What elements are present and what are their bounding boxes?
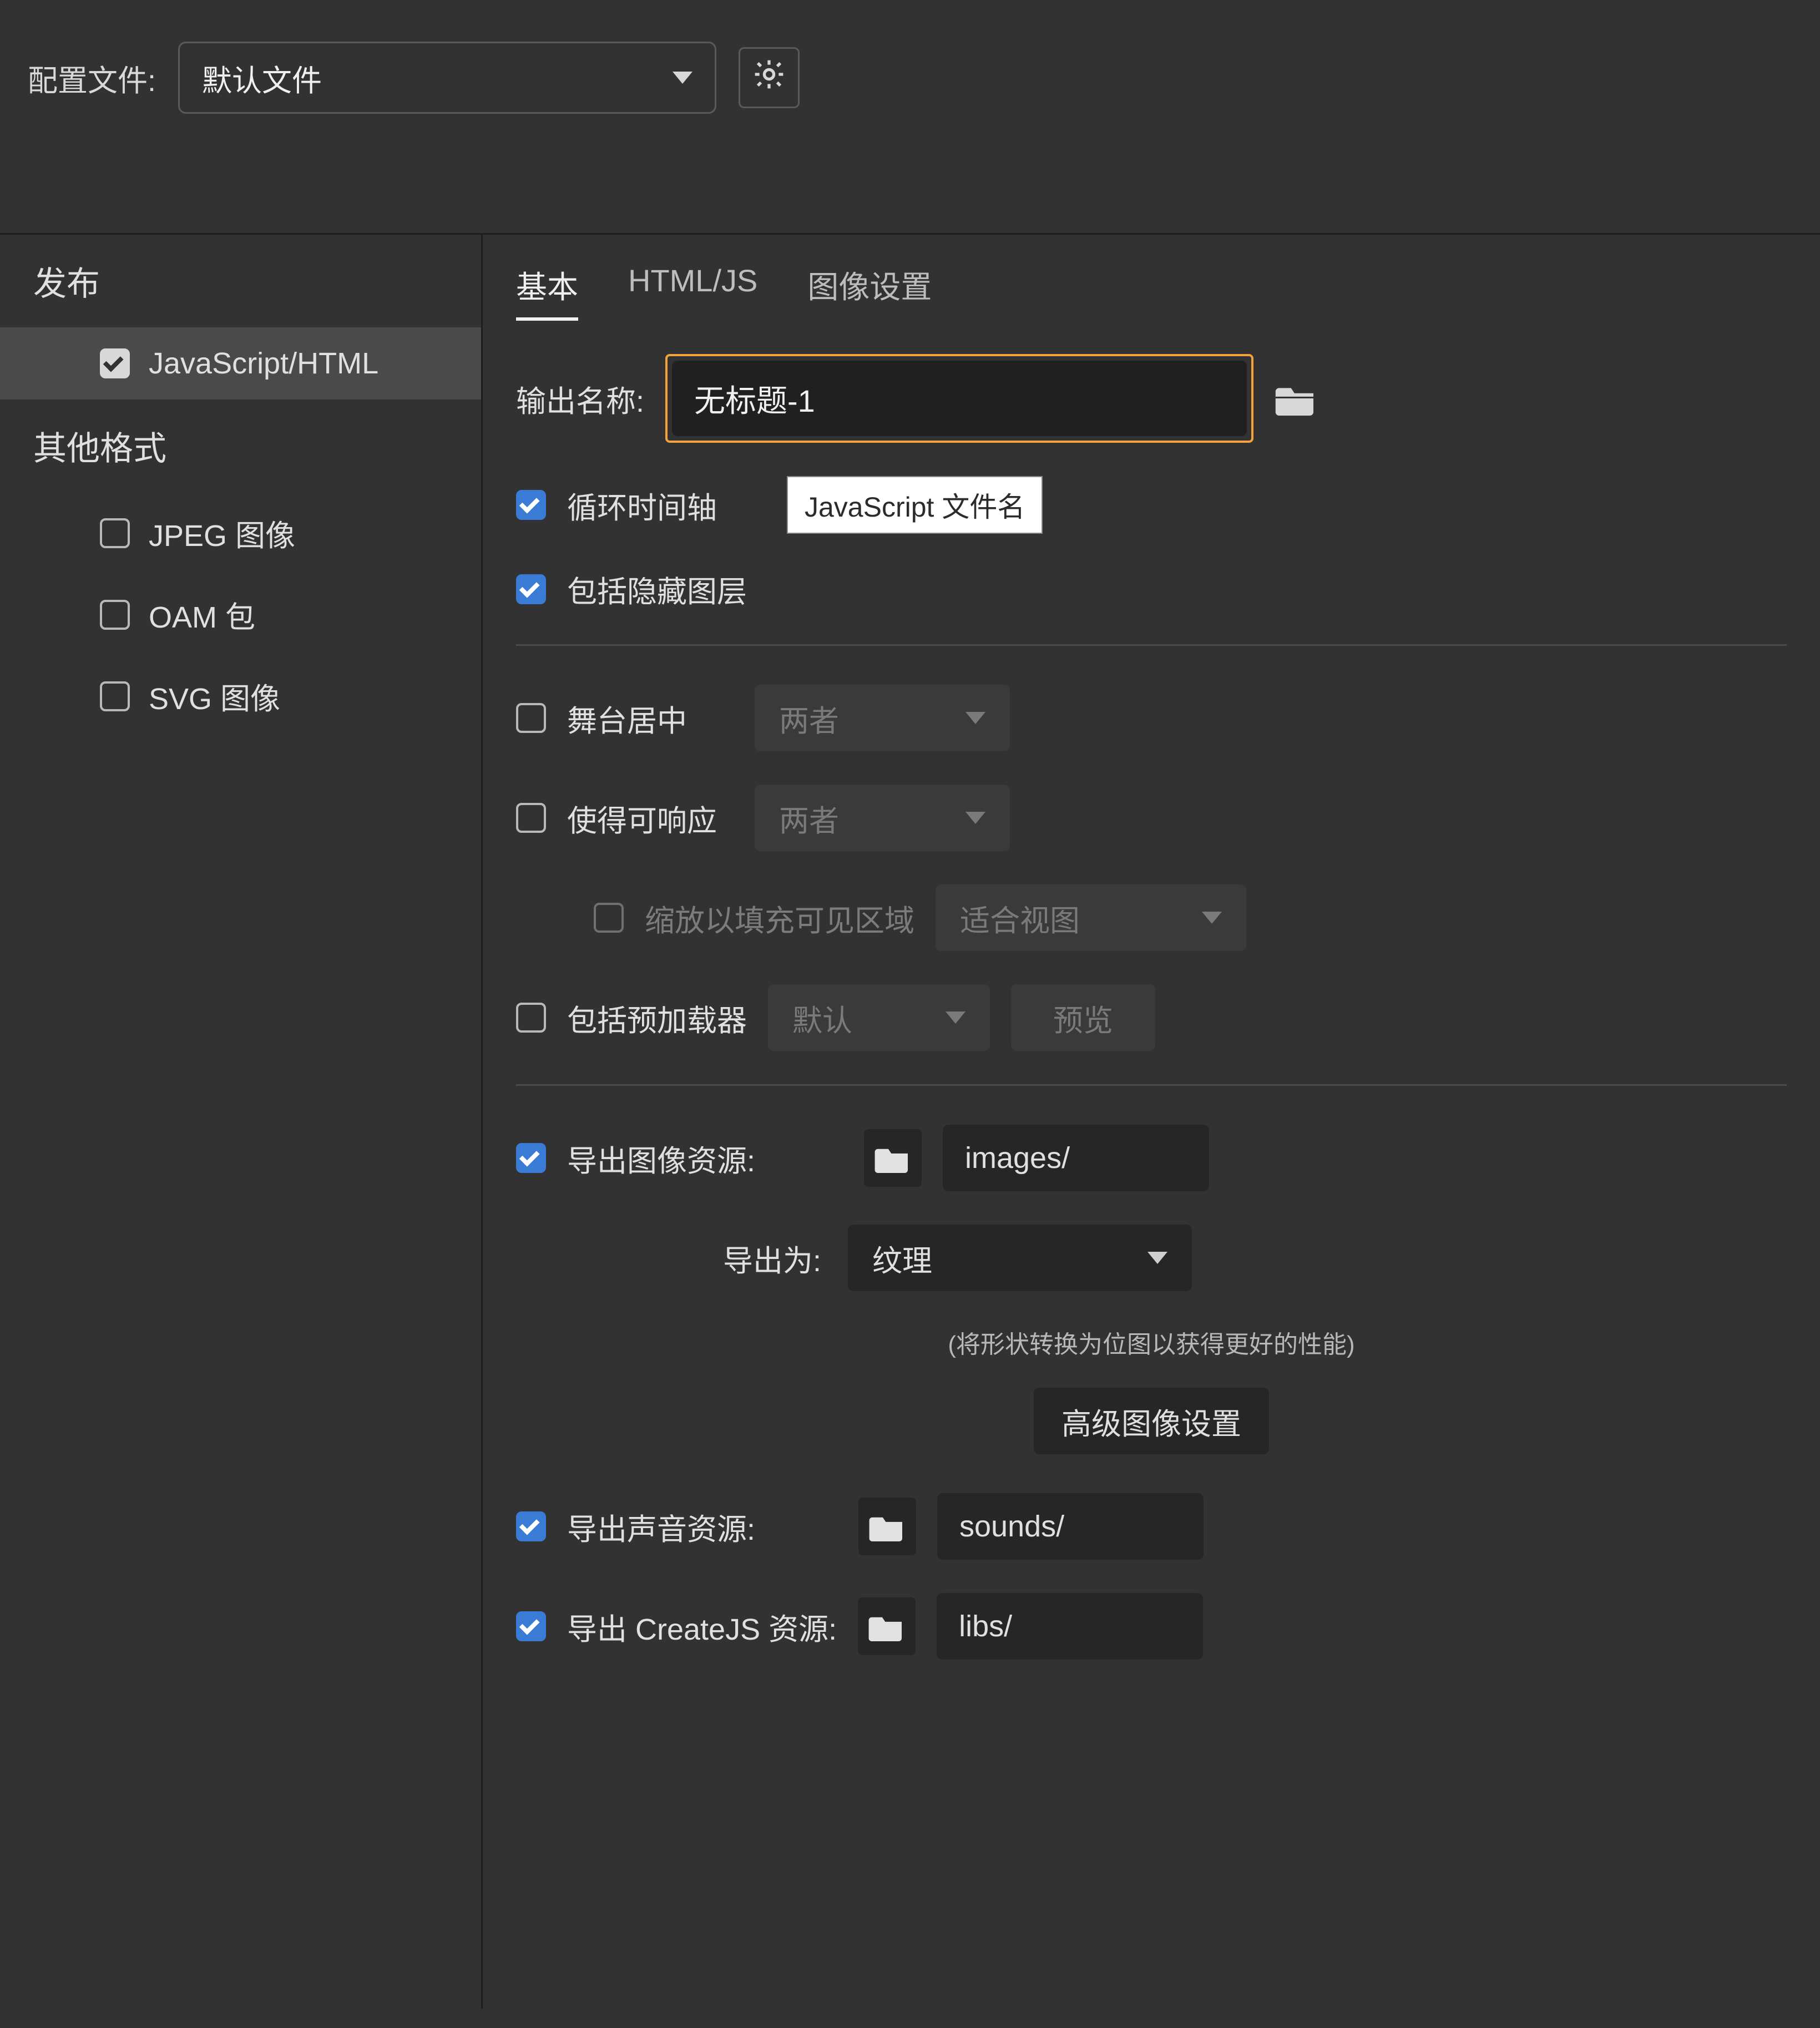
responsive-label: 使得可响应 — [567, 796, 734, 840]
output-name-label: 输出名称: — [516, 377, 644, 421]
preloader-label: 包括预加载器 — [567, 996, 747, 1040]
profile-label: 配置文件: — [28, 56, 156, 100]
output-name-input[interactable]: 无标题-1 — [665, 354, 1253, 443]
checkbox-export-createjs-assets[interactable] — [516, 1611, 546, 1641]
tooltip-js-filename: JavaScript 文件名 — [787, 476, 1043, 534]
export-createjs-assets-label: 导出 CreateJS 资源: — [567, 1605, 837, 1648]
sidebar-item-svg[interactable]: SVG 图像 — [0, 655, 481, 737]
checkbox-svg[interactable] — [100, 681, 130, 711]
responsive-select[interactable]: 两者 — [755, 785, 1010, 851]
chevron-down-icon — [946, 1012, 965, 1024]
libs-folder-button[interactable] — [858, 1597, 916, 1655]
browse-output-folder-button[interactable] — [1275, 381, 1318, 416]
sidebar-item-label: JavaScript/HTML — [149, 346, 378, 381]
folder-icon — [874, 1143, 911, 1173]
sidebar-item-label: SVG 图像 — [149, 674, 280, 718]
scale-fill-label: 缩放以填充可见区域 — [645, 896, 914, 940]
chevron-down-icon — [965, 812, 985, 824]
folder-icon — [868, 1611, 905, 1641]
export-sound-assets-label: 导出声音资源: — [567, 1505, 755, 1549]
advanced-image-settings-button[interactable]: 高级图像设置 — [1034, 1388, 1269, 1454]
images-folder-button[interactable] — [864, 1129, 922, 1187]
loop-timeline-label: 循环时间轴 — [567, 483, 717, 527]
divider — [516, 644, 1787, 646]
output-name-value: 无标题-1 — [672, 361, 1247, 436]
preloader-select[interactable]: 默认 — [768, 984, 990, 1051]
checkbox-export-sound-assets[interactable] — [516, 1511, 546, 1541]
include-hidden-layers-label: 包括隐藏图层 — [567, 567, 747, 611]
images-path-input[interactable]: images/ — [943, 1125, 1209, 1191]
profile-select[interactable]: 默认文件 — [178, 42, 716, 114]
checkbox-scale-fill[interactable] — [594, 903, 624, 933]
sidebar-header-other: 其他格式 — [0, 399, 481, 492]
profile-select-value: 默认文件 — [202, 56, 322, 100]
sidebar-header-publish: 发布 — [0, 235, 481, 327]
center-stage-select-value: 两者 — [779, 696, 839, 740]
profile-settings-button[interactable] — [739, 47, 800, 108]
center-stage-select[interactable]: 两者 — [755, 685, 1010, 751]
publish-sidebar: 发布 JavaScript/HTML 其他格式 JPEG 图像 OAM 包 SV… — [0, 233, 483, 2009]
checkbox-responsive[interactable] — [516, 803, 546, 833]
center-stage-label: 舞台居中 — [567, 696, 734, 740]
gear-icon — [751, 57, 787, 99]
export-as-select[interactable]: 纹理 — [848, 1225, 1192, 1291]
sounds-folder-button[interactable] — [858, 1498, 916, 1555]
chevron-down-icon — [673, 72, 692, 84]
checkbox-javascript-html[interactable] — [100, 348, 130, 378]
preview-button[interactable]: 预览 — [1011, 984, 1155, 1051]
folder-icon — [869, 1511, 906, 1541]
divider — [516, 1084, 1787, 1086]
scale-fill-select-value: 适合视图 — [960, 896, 1080, 940]
checkbox-oam[interactable] — [100, 600, 130, 630]
tab-basic[interactable]: 基本 — [516, 262, 578, 321]
libs-path-input[interactable]: libs/ — [937, 1593, 1203, 1660]
checkbox-include-hidden-layers[interactable] — [516, 574, 546, 604]
sidebar-item-label: OAM 包 — [149, 593, 255, 636]
checkbox-loop-timeline[interactable] — [516, 490, 546, 520]
export-as-label: 导出为: — [516, 1236, 827, 1280]
sidebar-item-jpeg[interactable]: JPEG 图像 — [0, 492, 481, 574]
sidebar-item-oam[interactable]: OAM 包 — [0, 574, 481, 655]
sidebar-item-label: JPEG 图像 — [149, 511, 295, 555]
tab-html-js[interactable]: HTML/JS — [628, 262, 757, 321]
chevron-down-icon — [965, 712, 985, 724]
sidebar-item-javascript-html[interactable]: JavaScript/HTML — [0, 327, 481, 399]
chevron-down-icon — [1147, 1252, 1167, 1264]
checkbox-preloader[interactable] — [516, 1003, 546, 1033]
chevron-down-icon — [1202, 912, 1222, 924]
responsive-select-value: 两者 — [779, 796, 839, 840]
tab-image-settings[interactable]: 图像设置 — [807, 262, 932, 321]
export-image-assets-label: 导出图像资源: — [567, 1136, 761, 1180]
checkbox-jpeg[interactable] — [100, 518, 130, 548]
scale-fill-select[interactable]: 适合视图 — [936, 884, 1246, 951]
preloader-select-value: 默认 — [792, 996, 852, 1040]
sounds-path-input[interactable]: sounds/ — [937, 1493, 1204, 1560]
checkbox-center-stage[interactable] — [516, 703, 546, 733]
checkbox-export-image-assets[interactable] — [516, 1143, 546, 1173]
export-as-select-value: 纹理 — [872, 1236, 932, 1280]
convert-shapes-note: (将形状转换为位图以获得更好的性能) — [516, 1324, 1787, 1360]
